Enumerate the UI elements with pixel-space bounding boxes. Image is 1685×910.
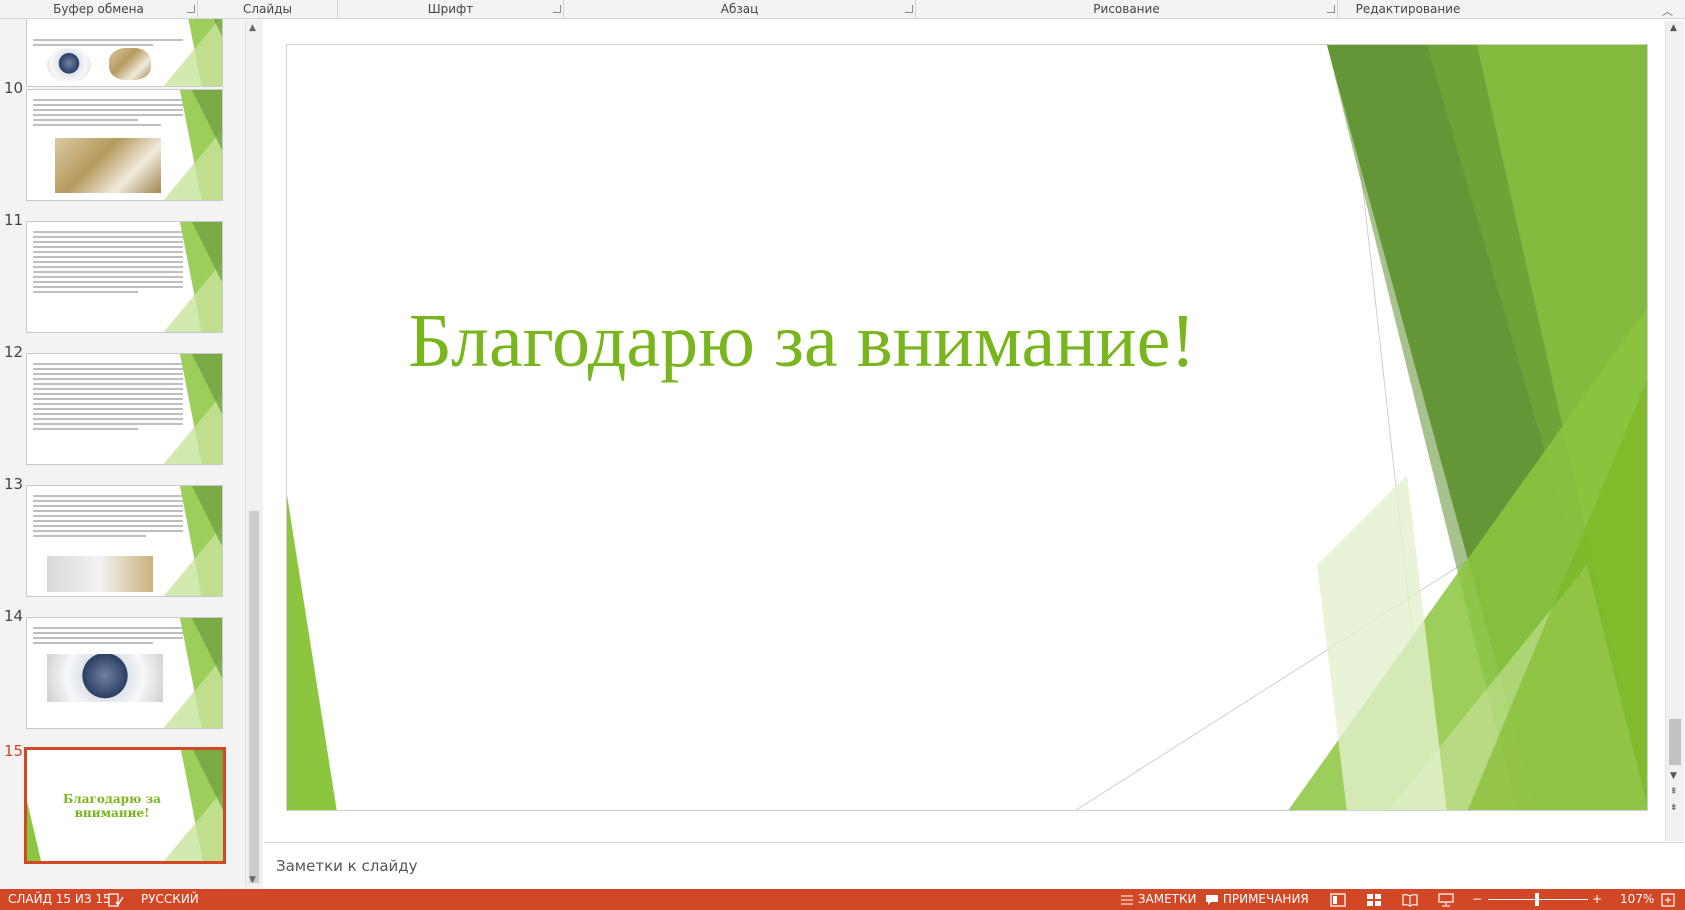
scroll-down-icon[interactable]: ▼ xyxy=(249,875,256,885)
dialog-launcher-icon[interactable] xyxy=(1327,5,1335,13)
thumbnail-scrollbar[interactable]: ▲ ▼ xyxy=(245,21,262,887)
slide-thumbnail-15[interactable]: Благодарю за внимание! xyxy=(24,747,226,864)
slide-thumbnail-9[interactable] xyxy=(26,19,223,87)
ribbon-group-label: Абзац xyxy=(720,2,759,16)
slideshow-icon[interactable] xyxy=(1438,889,1454,910)
reading-view-icon[interactable] xyxy=(1402,889,1418,910)
comments-toggle[interactable]: ПРИМЕЧАНИЯ xyxy=(1205,889,1309,910)
ribbon-group-label: Редактирование xyxy=(1355,2,1461,16)
fit-slide-icon[interactable] xyxy=(1661,889,1675,910)
normal-view-icon[interactable] xyxy=(1330,889,1346,910)
ribbon-group-label: Буфер обмена xyxy=(53,2,144,16)
slide-title[interactable]: Благодарю за внимание! xyxy=(287,298,1317,385)
zoom-in-button[interactable]: + xyxy=(1592,889,1602,910)
collapse-ribbon-icon[interactable]: ︿ xyxy=(1662,3,1673,19)
ribbon-group-label: Шрифт xyxy=(427,2,474,16)
slide-thumbnail-12[interactable] xyxy=(26,353,223,465)
comments-toggle-label: ПРИМЕЧАНИЯ xyxy=(1222,892,1309,906)
notes-toggle-label: ЗАМЕТКИ xyxy=(1137,892,1197,906)
slide-thumbnail-13[interactable] xyxy=(26,485,223,597)
slide-thumbnail-pane: 10 11 12 13 14 15 Благодарю за внимание! xyxy=(0,19,263,889)
ribbon-group-paragraph: Абзац xyxy=(564,0,916,18)
ribbon-group-clipboard: Буфер обмена xyxy=(0,0,198,18)
slide-number: 11 xyxy=(4,211,24,229)
slide-scrollbar[interactable]: ▲ ▼ ⇞ ⇟ xyxy=(1665,21,1684,841)
language-indicator[interactable]: РУССКИЙ xyxy=(141,889,199,910)
ribbon-group-label: Рисование xyxy=(1093,2,1160,16)
slide-indicator[interactable]: СЛАЙД 15 ИЗ 15 xyxy=(8,889,111,910)
scrollbar-thumb[interactable] xyxy=(1669,719,1681,765)
slide-thumbnail-11[interactable] xyxy=(26,221,223,333)
zoom-slider-handle[interactable] xyxy=(1535,893,1539,906)
slide-number-active: 15 xyxy=(4,742,24,760)
ribbon-group-drawing: Рисование xyxy=(916,0,1338,18)
slide-number: 14 xyxy=(4,607,24,625)
ribbon-group-font: Шрифт xyxy=(338,0,564,18)
spell-check-icon[interactable] xyxy=(108,889,124,910)
scroll-down-icon[interactable]: ▼ xyxy=(1670,771,1677,781)
next-slide-icon[interactable]: ⇟ xyxy=(1670,803,1678,813)
slide-thumbnail-10[interactable] xyxy=(26,89,223,201)
previous-slide-icon[interactable]: ⇞ xyxy=(1670,787,1678,797)
slide-sorter-icon[interactable] xyxy=(1366,889,1382,910)
dialog-launcher-icon[interactable] xyxy=(905,5,913,13)
slide-thumbnail-14[interactable] xyxy=(26,617,223,729)
notes-pane[interactable]: Заметки к слайду xyxy=(264,842,1684,889)
slide-number: 13 xyxy=(4,475,24,493)
slide-number: 10 xyxy=(4,79,24,97)
ribbon-group-labels: Буфер обмена Слайды Шрифт Абзац Рисовани… xyxy=(0,0,1685,19)
ribbon-group-label: Слайды xyxy=(243,2,292,16)
dialog-launcher-icon[interactable] xyxy=(187,5,195,13)
scroll-up-icon[interactable]: ▲ xyxy=(249,23,256,33)
status-bar: СЛАЙД 15 ИЗ 15 РУССКИЙ ЗАМЕТКИ ПРИМЕЧАНИ… xyxy=(0,889,1685,910)
notes-toggle[interactable]: ЗАМЕТКИ xyxy=(1120,889,1197,910)
dialog-launcher-icon[interactable] xyxy=(553,5,561,13)
slide-number: 12 xyxy=(4,343,24,361)
ribbon-group-editing: Редактирование xyxy=(1338,0,1478,18)
scroll-up-icon[interactable]: ▲ xyxy=(1670,23,1677,33)
scrollbar-thumb[interactable] xyxy=(249,511,259,883)
current-slide[interactable]: Благодарю за внимание! xyxy=(286,44,1648,811)
zoom-out-button[interactable]: − xyxy=(1472,889,1482,910)
ribbon-group-slides: Слайды xyxy=(198,0,338,18)
zoom-level[interactable]: 107% xyxy=(1620,889,1654,910)
notes-placeholder[interactable]: Заметки к слайду xyxy=(276,857,418,875)
